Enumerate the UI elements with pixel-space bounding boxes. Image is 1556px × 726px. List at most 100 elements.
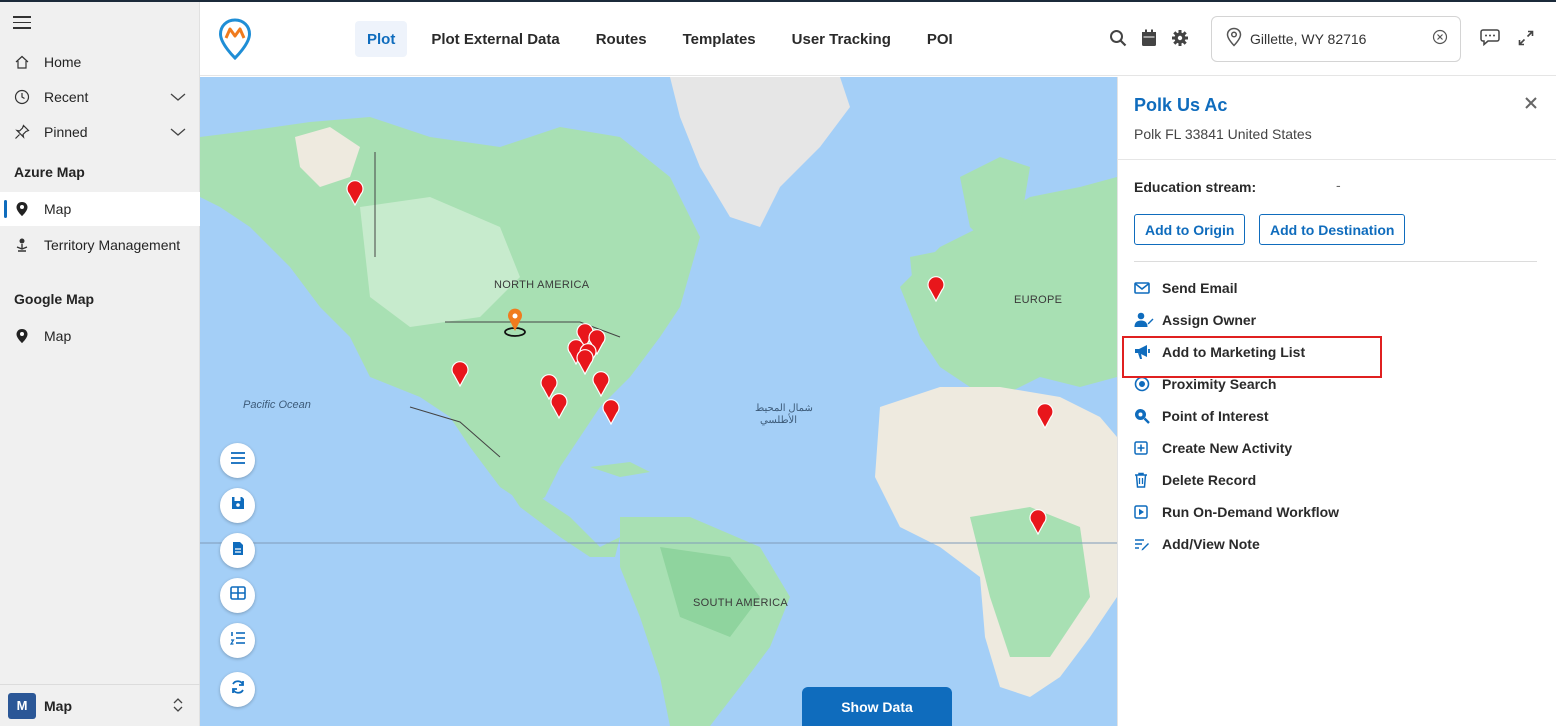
chevron-up-down-icon[interactable] (172, 697, 184, 718)
action-send-email[interactable]: Send Email (1134, 277, 1237, 299)
record-title: Polk Us Ac (1134, 95, 1228, 115)
sidebar-item-pinned[interactable]: Pinned (0, 115, 200, 149)
grid-button[interactable] (220, 578, 255, 613)
settings-gear-icon[interactable] (1171, 29, 1189, 52)
list-icon (230, 451, 246, 470)
map-pin[interactable] (1036, 403, 1054, 429)
map-pin[interactable] (346, 180, 364, 206)
map-marker-icon (0, 328, 44, 344)
sidebar-item-label: Map (44, 201, 72, 217)
refresh-icon (230, 679, 246, 700)
territory-icon (0, 237, 44, 253)
add-activity-icon (1134, 441, 1162, 455)
search-icon[interactable] (1109, 29, 1127, 52)
numbered-list-icon (229, 631, 246, 650)
proximity-icon (1134, 376, 1162, 392)
document-icon (232, 541, 244, 561)
top-header: Plot Plot External Data Routes Templates… (200, 2, 1556, 76)
panel-divider (1118, 159, 1556, 160)
map-marker-icon (0, 201, 44, 217)
action-point-of-interest[interactable]: Point of Interest (1134, 405, 1269, 427)
tab-templates[interactable]: Templates (671, 21, 768, 57)
chat-icon[interactable] (1480, 28, 1500, 51)
sidebar: Home Recent Pinned Azure Map Map Territo… (0, 2, 200, 726)
tab-plot[interactable]: Plot (355, 21, 408, 57)
sidebar-item-label: Home (44, 54, 82, 70)
sidebar-item-recent[interactable]: Recent (0, 80, 200, 114)
calendar-icon[interactable] (1141, 29, 1157, 52)
action-assign-owner[interactable]: Assign Owner (1134, 309, 1256, 331)
action-add-view-note[interactable]: Add/View Note (1134, 533, 1260, 555)
map-pin[interactable] (451, 361, 469, 387)
action-label: Delete Record (1162, 472, 1257, 488)
note-icon (1134, 537, 1162, 551)
add-to-destination-button[interactable]: Add to Destination (1259, 214, 1406, 245)
area-switcher[interactable]: M Map (0, 684, 200, 726)
action-label: Proximity Search (1162, 376, 1277, 392)
action-label: Run On-Demand Workflow (1162, 504, 1340, 520)
poi-search-icon (1134, 408, 1162, 424)
sidebar-item-label: Pinned (44, 124, 88, 140)
sidebar-item-azure-map[interactable]: Map (0, 192, 200, 226)
tab-plot-external-data[interactable]: Plot External Data (419, 21, 571, 57)
table-grid-icon (229, 586, 246, 605)
map-label-atlantic-ocean-2: الأطلسي (760, 415, 798, 426)
sidebar-item-territory-management[interactable]: Territory Management (0, 228, 200, 262)
panel-divider (1134, 261, 1537, 262)
save-icon (231, 496, 245, 515)
map-label-europe: EUROPE (1014, 294, 1063, 306)
pin-icon (0, 124, 44, 140)
refresh-button[interactable] (220, 672, 255, 707)
section-title-google-map: Google Map (14, 291, 95, 307)
action-create-new-activity[interactable]: Create New Activity (1134, 437, 1292, 459)
current-location-pin[interactable] (503, 307, 527, 337)
map-label-north-america: NORTH AMERICA (494, 279, 590, 291)
clock-icon (0, 89, 44, 105)
action-label: Point of Interest (1162, 408, 1269, 424)
sidebar-item-home[interactable]: Home (0, 45, 200, 79)
map-pin[interactable] (576, 349, 594, 375)
map-canvas[interactable]: NORTH AMERICA EUROPE SOUTH AMERICA Pacif… (200, 77, 1117, 726)
clear-location-icon[interactable] (1432, 29, 1448, 50)
area-badge: M (8, 692, 36, 719)
map-pin[interactable] (1029, 509, 1047, 535)
close-icon[interactable] (1524, 93, 1538, 116)
action-delete-record[interactable]: Delete Record (1134, 469, 1256, 491)
hamburger-menu-icon[interactable] (13, 16, 31, 30)
play-icon (1134, 505, 1162, 519)
tab-user-tracking[interactable]: User Tracking (780, 21, 903, 57)
action-run-on-demand-workflow[interactable]: Run On-Demand Workflow (1134, 501, 1339, 523)
world-map-base (200, 77, 1117, 726)
app-logo (218, 18, 252, 65)
map-label-south-america: SOUTH AMERICA (693, 597, 788, 609)
expand-icon[interactable] (1518, 30, 1534, 51)
document-button[interactable] (220, 533, 255, 568)
map-pin[interactable] (927, 276, 945, 302)
location-search-box[interactable] (1211, 16, 1461, 62)
map-pin[interactable] (592, 371, 610, 397)
tab-poi[interactable]: POI (915, 21, 965, 57)
numbered-list-button[interactable] (220, 623, 255, 658)
chevron-down-icon[interactable] (170, 124, 186, 143)
sidebar-item-google-map[interactable]: Map (0, 319, 200, 353)
home-icon (0, 54, 44, 70)
map-pin[interactable] (550, 393, 568, 419)
action-label: Assign Owner (1162, 312, 1257, 328)
action-label: Send Email (1162, 280, 1238, 296)
education-stream-label: Education stream: (1134, 179, 1257, 195)
sidebar-item-label: Map (44, 328, 72, 344)
map-pin[interactable] (602, 399, 620, 425)
education-stream-value: - (1336, 177, 1341, 193)
save-button[interactable] (220, 488, 255, 523)
tab-routes[interactable]: Routes (584, 21, 659, 57)
show-data-button[interactable]: Show Data (802, 687, 952, 726)
layers-list-button[interactable] (220, 443, 255, 478)
add-to-origin-button[interactable]: Add to Origin (1134, 214, 1246, 245)
sidebar-item-label: Recent (44, 89, 89, 105)
email-icon (1134, 282, 1162, 294)
location-input[interactable] (1250, 31, 1420, 47)
record-detail-panel: Polk Us Ac Polk FL 33841 United States E… (1117, 77, 1556, 726)
record-address: Polk FL 33841 United States (1134, 126, 1312, 142)
chevron-down-icon[interactable] (170, 89, 186, 108)
map-label-pacific-ocean: Pacific Ocean (243, 399, 311, 411)
